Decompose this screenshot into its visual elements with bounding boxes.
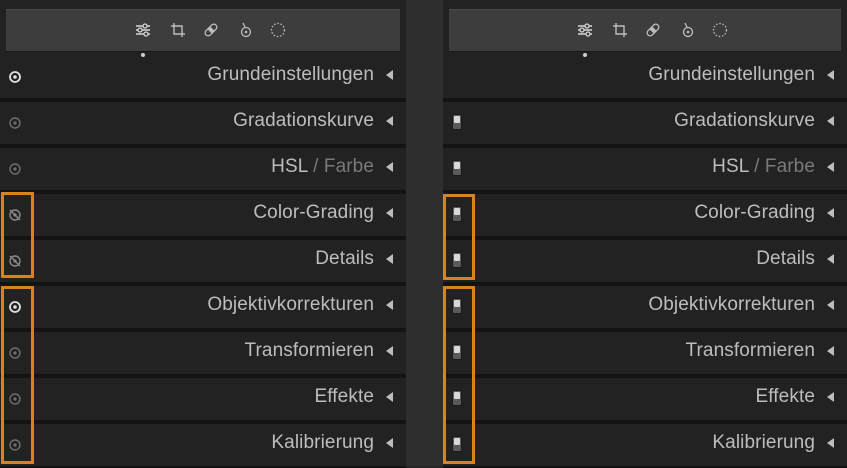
bandage-icon[interactable] (200, 19, 222, 41)
section-title: Grundeinstellungen (207, 64, 374, 85)
collapse-arrow-icon[interactable] (386, 70, 393, 80)
section-details[interactable]: Details (0, 238, 406, 284)
section-transformieren[interactable]: Transformieren (443, 330, 847, 376)
tab-separator: / (313, 156, 319, 177)
collapse-arrow-icon[interactable] (386, 300, 393, 310)
section-visibility-switch[interactable] (452, 390, 462, 406)
section-gradationskurve[interactable]: Gradationskurve (443, 100, 847, 146)
section-visibility-switch[interactable] (452, 160, 462, 176)
section-kalibrierung[interactable]: Kalibrierung (0, 422, 406, 468)
sliders-icon[interactable] (574, 19, 596, 41)
brush-pin-icon[interactable] (235, 19, 257, 41)
section-grundeinstellungen[interactable]: Grundeinstellungen (0, 54, 406, 100)
collapse-arrow-icon[interactable] (827, 392, 834, 402)
section-hsl-farbe[interactable]: HSL / Farbe (0, 146, 406, 192)
section-visibility-switch[interactable] (452, 344, 462, 360)
dotted-circle-icon[interactable] (267, 19, 289, 41)
section-title: Objektivkorrekturen (648, 294, 815, 315)
section-objektivkorrekturen[interactable]: Objektivkorrekturen (0, 284, 406, 330)
eye-slash-icon[interactable] (8, 254, 22, 268)
develop-panel-right: Grundeinstellungen Gradationskurve HSL /… (443, 0, 847, 468)
section-visibility-switch[interactable] (452, 114, 462, 130)
section-visibility-switch[interactable] (452, 436, 462, 452)
section-objektivkorrekturen[interactable]: Objektivkorrekturen (443, 284, 847, 330)
section-title: Gradationskurve (674, 110, 815, 131)
eye-icon[interactable] (8, 116, 22, 130)
dotted-circle-icon[interactable] (709, 19, 731, 41)
develop-panel-left: Grundeinstellungen Gradationskurve HSL /… (0, 0, 406, 468)
eye-icon[interactable] (8, 438, 22, 452)
section-title: Grundeinstellungen (648, 64, 815, 85)
section-title: Color-Grading (253, 202, 374, 223)
collapse-arrow-icon[interactable] (827, 162, 834, 172)
section-title: Gradationskurve (233, 110, 374, 131)
section-effekte[interactable]: Effekte (443, 376, 847, 422)
collapse-arrow-icon[interactable] (386, 438, 393, 448)
section-color-grading[interactable]: Color-Grading (0, 192, 406, 238)
eye-icon[interactable] (8, 162, 22, 176)
section-visibility-switch[interactable] (452, 252, 462, 268)
collapse-arrow-icon[interactable] (827, 208, 834, 218)
hsl-tab[interactable]: HSL (271, 156, 308, 177)
collapse-arrow-icon[interactable] (827, 438, 834, 448)
collapse-arrow-icon[interactable] (827, 346, 834, 356)
eye-icon[interactable] (8, 300, 22, 314)
section-title: Kalibrierung (271, 432, 374, 453)
section-title: Details (315, 248, 374, 269)
panel-gap (406, 0, 443, 466)
collapse-arrow-icon[interactable] (386, 254, 393, 264)
crop-icon[interactable] (167, 19, 189, 41)
section-kalibrierung[interactable]: Kalibrierung (443, 422, 847, 468)
section-hsl-farbe[interactable]: HSL / Farbe (443, 146, 847, 192)
eye-slash-icon[interactable] (8, 208, 22, 222)
sliders-icon[interactable] (132, 19, 154, 41)
farbe-tab[interactable]: Farbe (324, 156, 374, 177)
section-title: HSL / Farbe (271, 155, 374, 179)
collapse-arrow-icon[interactable] (827, 70, 834, 80)
section-transformieren[interactable]: Transformieren (0, 330, 406, 376)
tool-strip (6, 9, 400, 57)
section-title: Kalibrierung (712, 432, 815, 453)
bandage-icon[interactable] (642, 19, 664, 41)
eye-icon[interactable] (8, 392, 22, 406)
hsl-tab[interactable]: HSL (712, 156, 749, 177)
section-effekte[interactable]: Effekte (0, 376, 406, 422)
collapse-arrow-icon[interactable] (386, 162, 393, 172)
crop-icon[interactable] (609, 19, 631, 41)
collapse-arrow-icon[interactable] (827, 254, 834, 264)
section-details[interactable]: Details (443, 238, 847, 284)
section-title: HSL / Farbe (712, 155, 815, 179)
farbe-tab[interactable]: Farbe (765, 156, 815, 177)
section-title: Transformieren (685, 340, 815, 361)
section-visibility-switch[interactable] (452, 298, 462, 314)
tab-separator: / (754, 156, 760, 177)
section-title: Transformieren (244, 340, 374, 361)
collapse-arrow-icon[interactable] (386, 208, 393, 218)
section-gradationskurve[interactable]: Gradationskurve (0, 100, 406, 146)
section-visibility-switch[interactable] (452, 206, 462, 222)
section-color-grading[interactable]: Color-Grading (443, 192, 847, 238)
tool-strip (449, 9, 841, 57)
collapse-arrow-icon[interactable] (827, 300, 834, 310)
collapse-arrow-icon[interactable] (386, 116, 393, 126)
section-title: Details (756, 248, 815, 269)
eye-icon[interactable] (8, 70, 22, 84)
brush-pin-icon[interactable] (677, 19, 699, 41)
section-title: Objektivkorrekturen (207, 294, 374, 315)
collapse-arrow-icon[interactable] (386, 346, 393, 356)
section-title: Effekte (314, 386, 374, 407)
section-title: Effekte (755, 386, 815, 407)
eye-icon[interactable] (8, 346, 22, 360)
collapse-arrow-icon[interactable] (386, 392, 393, 402)
section-grundeinstellungen[interactable]: Grundeinstellungen (443, 54, 847, 100)
collapse-arrow-icon[interactable] (827, 116, 834, 126)
section-title: Color-Grading (694, 202, 815, 223)
